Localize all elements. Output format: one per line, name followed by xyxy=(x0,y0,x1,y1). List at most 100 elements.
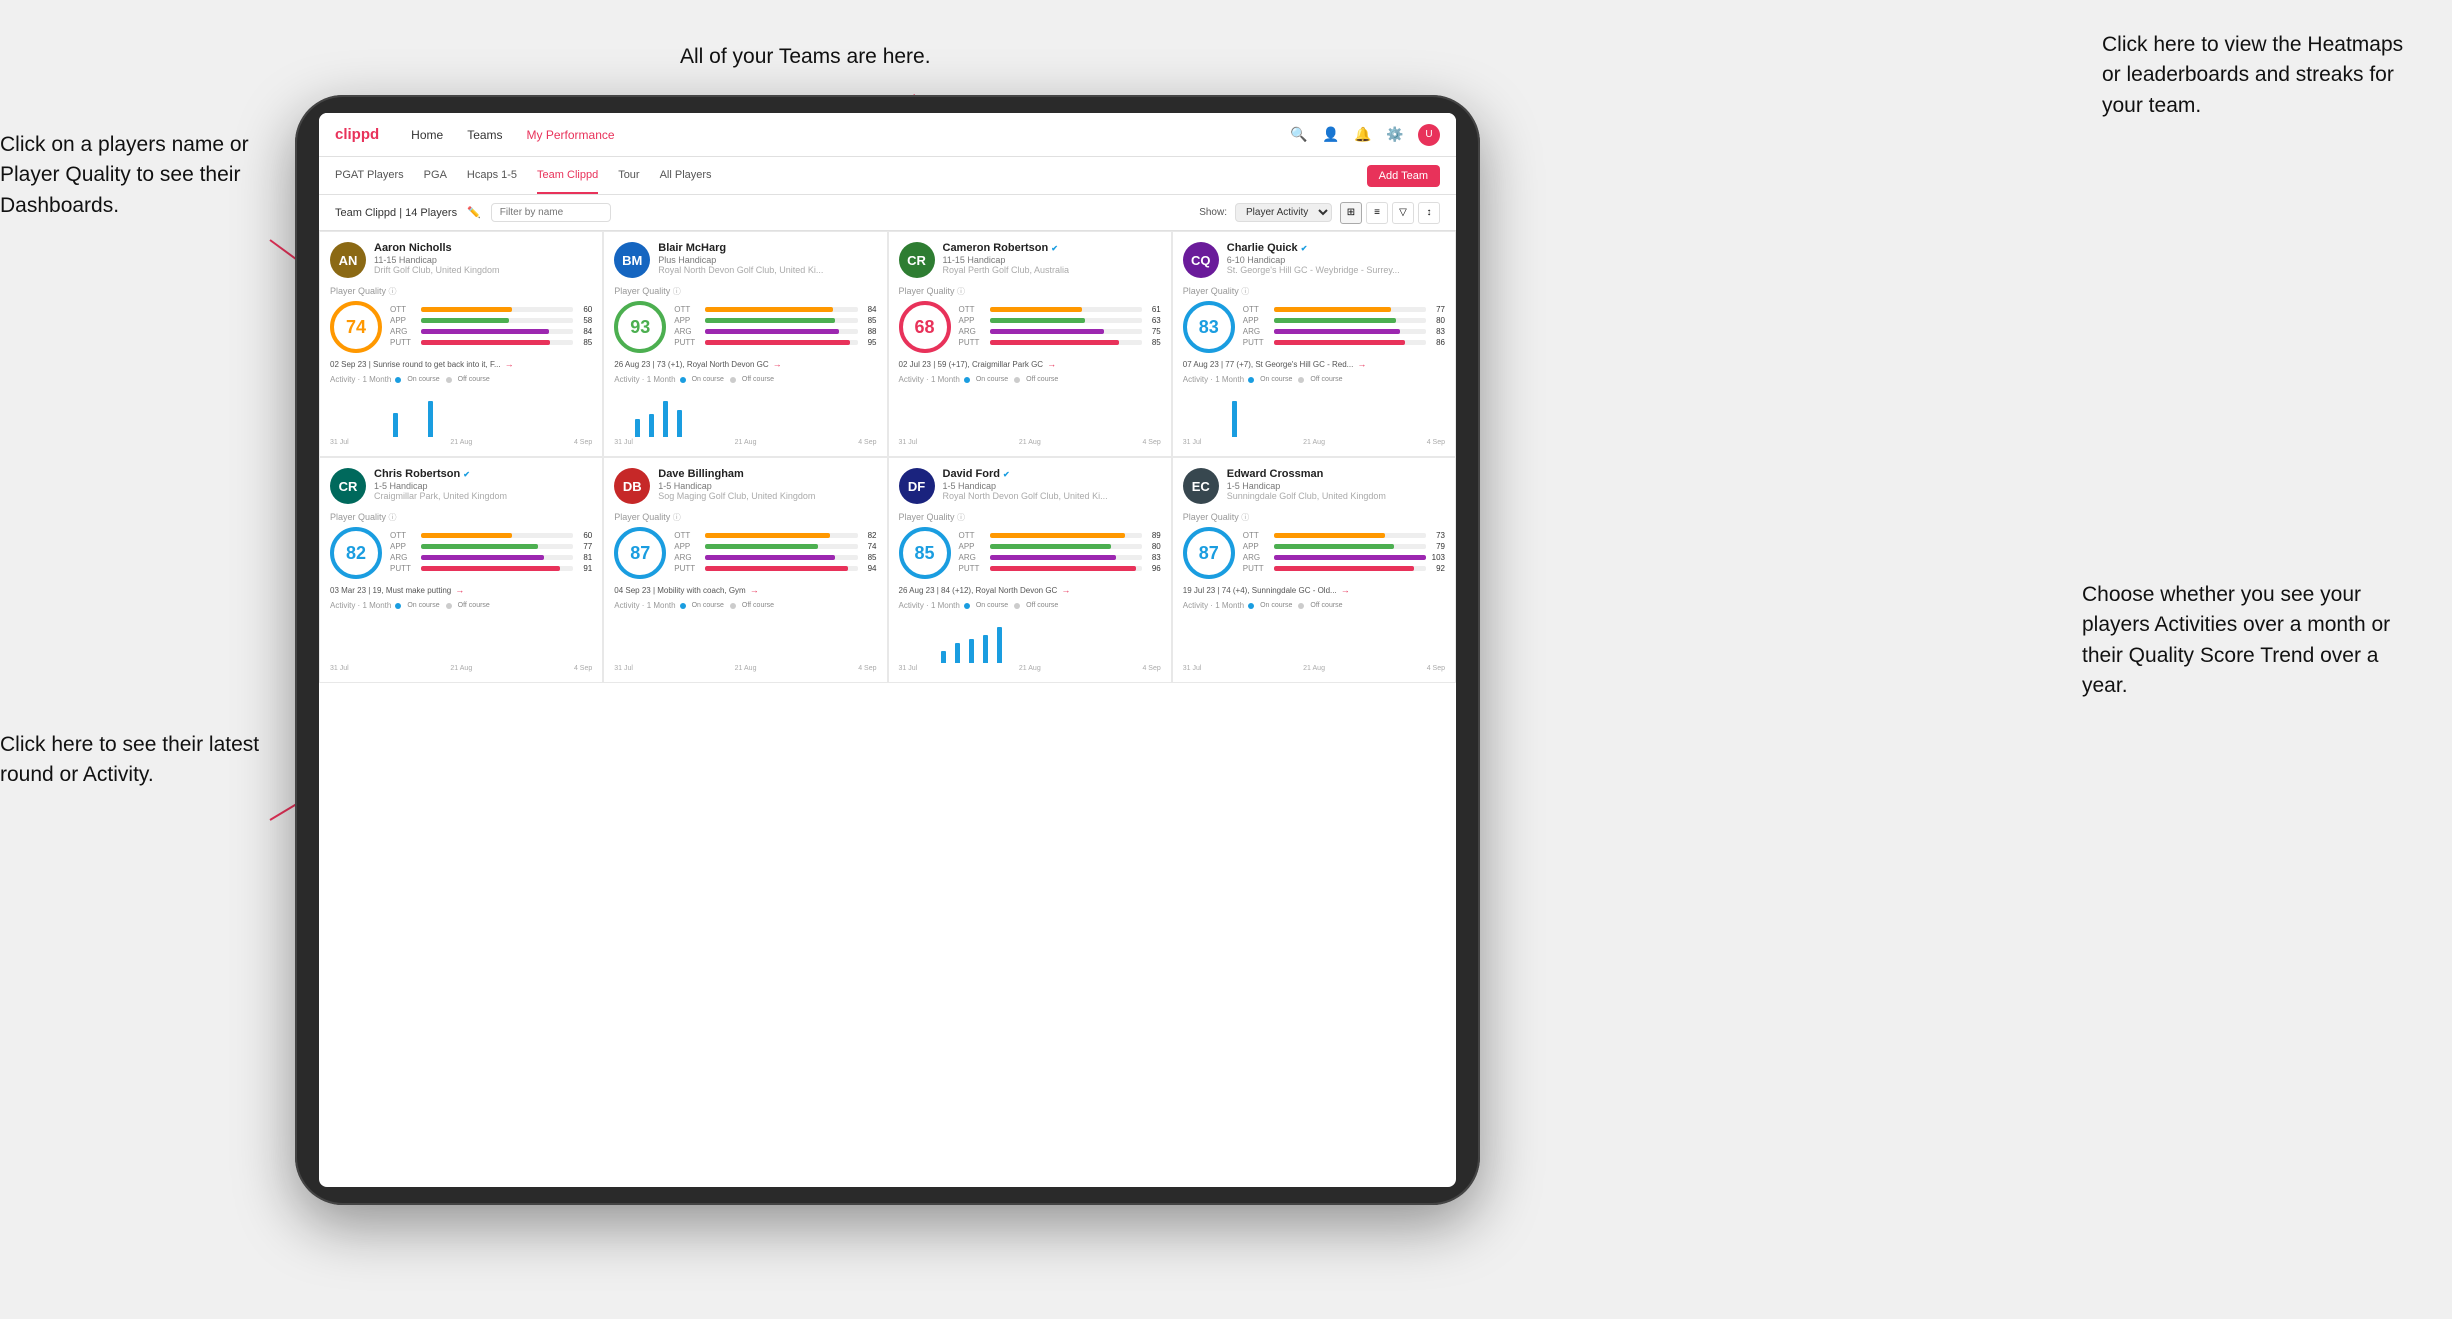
chart-dates: 31 Jul 21 Aug 4 Sep xyxy=(1183,439,1445,446)
quality-circle[interactable]: 87 xyxy=(614,527,666,579)
player-card[interactable]: BM Blair McHarg Plus Handicap Royal Nort… xyxy=(603,231,887,457)
teams-annotation: All of your Teams are here. xyxy=(680,42,931,72)
latest-round[interactable]: 26 Aug 23 | 73 (+1), Royal North Devon G… xyxy=(614,359,876,369)
player-card[interactable]: AN Aaron Nicholls 11-15 Handicap Drift G… xyxy=(319,231,603,457)
activity-chart xyxy=(330,387,592,437)
player-name[interactable]: Charlie Quick ✔ xyxy=(1227,242,1445,254)
quality-circle[interactable]: 82 xyxy=(330,527,382,579)
quality-section: 87 OTT82 APP74 ARG85 PUTT94 xyxy=(614,527,876,579)
quality-circle[interactable]: 85 xyxy=(899,527,951,579)
quality-label: Player Quality ⓘ xyxy=(899,512,1161,523)
tab-tour[interactable]: Tour xyxy=(618,157,639,194)
activity-chart xyxy=(1183,613,1445,663)
stats-grid: OTT60 APP77 ARG81 PUTT91 xyxy=(390,531,592,575)
stats-grid: OTT77 APP80 ARG83 PUTT86 xyxy=(1243,305,1445,349)
avatar: AN xyxy=(330,242,366,278)
filter-button[interactable]: ▽ xyxy=(1392,202,1414,224)
tab-all-players[interactable]: All Players xyxy=(660,157,712,194)
player-header: EC Edward Crossman 1-5 Handicap Sunningd… xyxy=(1183,468,1445,504)
player-handicap: 1-5 Handicap xyxy=(374,481,592,491)
player-card[interactable]: DF David Ford ✔ 1-5 Handicap Royal North… xyxy=(888,457,1172,683)
show-select[interactable]: Player Activity xyxy=(1235,203,1332,222)
sort-button[interactable]: ↕ xyxy=(1418,202,1440,224)
latest-round[interactable]: 07 Aug 23 | 77 (+7), St George's Hill GC… xyxy=(1183,359,1445,369)
quality-label: Player Quality ⓘ xyxy=(614,286,876,297)
list-view-button[interactable]: ≡ xyxy=(1366,202,1388,224)
tab-pgat-players[interactable]: PGAT Players xyxy=(335,157,404,194)
stats-grid: OTT73 APP79 ARG103 PUTT92 xyxy=(1243,531,1445,575)
quality-label: Player Quality ⓘ xyxy=(330,512,592,523)
settings-icon[interactable]: ⚙️ xyxy=(1386,126,1404,144)
add-team-button[interactable]: Add Team xyxy=(1367,165,1440,187)
activities-annotation: Choose whether you see your players Acti… xyxy=(2082,580,2422,702)
player-header: CR Cameron Robertson ✔ 11-15 Handicap Ro… xyxy=(899,242,1161,278)
stats-grid: OTT82 APP74 ARG85 PUTT94 xyxy=(674,531,876,575)
user-avatar[interactable]: U xyxy=(1418,124,1440,146)
player-card[interactable]: CR Chris Robertson ✔ 1-5 Handicap Craigm… xyxy=(319,457,603,683)
latest-round[interactable]: 02 Sep 23 | Sunrise round to get back in… xyxy=(330,359,592,369)
latest-round[interactable]: 03 Mar 23 | 19, Must make putting → xyxy=(330,585,592,595)
player-handicap: 1-5 Handicap xyxy=(943,481,1161,491)
tab-team-clippd[interactable]: Team Clippd xyxy=(537,157,598,194)
player-name[interactable]: Blair McHarg xyxy=(658,242,876,254)
activity-section: Activity · 1 Month On course Off course … xyxy=(1183,375,1445,446)
player-header: CQ Charlie Quick ✔ 6-10 Handicap St. Geo… xyxy=(1183,242,1445,278)
quality-circle[interactable]: 87 xyxy=(1183,527,1235,579)
quality-label: Player Quality ⓘ xyxy=(614,512,876,523)
player-header: BM Blair McHarg Plus Handicap Royal Nort… xyxy=(614,242,876,278)
quality-circle[interactable]: 74 xyxy=(330,301,382,353)
player-name[interactable]: Aaron Nicholls xyxy=(374,242,592,254)
quality-circle[interactable]: 83 xyxy=(1183,301,1235,353)
player-name[interactable]: Chris Robertson ✔ xyxy=(374,468,592,480)
nav-my-performance[interactable]: My Performance xyxy=(527,128,615,142)
latest-round[interactable]: 04 Sep 23 | Mobility with coach, Gym → xyxy=(614,585,876,595)
player-card[interactable]: EC Edward Crossman 1-5 Handicap Sunningd… xyxy=(1172,457,1456,683)
activity-section: Activity · 1 Month On course Off course … xyxy=(330,375,592,446)
bell-icon[interactable]: 🔔 xyxy=(1354,126,1372,144)
search-input[interactable] xyxy=(491,203,611,222)
grid-view-button[interactable]: ⊞ xyxy=(1340,202,1362,224)
ipad-screen: clippd Home Teams My Performance 🔍 👤 🔔 ⚙… xyxy=(319,113,1456,1187)
person-icon[interactable]: 👤 xyxy=(1322,126,1340,144)
activity-chart xyxy=(614,387,876,437)
player-card[interactable]: DB Dave Billingham 1-5 Handicap Sog Magi… xyxy=(603,457,887,683)
tabs-bar: PGAT Players PGA Hcaps 1-5 Team Clippd T… xyxy=(319,157,1456,195)
chart-dates: 31 Jul 21 Aug 4 Sep xyxy=(899,665,1161,672)
player-name[interactable]: Edward Crossman xyxy=(1227,468,1445,480)
quality-section: 87 OTT73 APP79 ARG103 PUTT92 xyxy=(1183,527,1445,579)
player-header: DB Dave Billingham 1-5 Handicap Sog Magi… xyxy=(614,468,876,504)
chart-dates: 31 Jul 21 Aug 4 Sep xyxy=(330,439,592,446)
player-name[interactable]: David Ford ✔ xyxy=(943,468,1161,480)
quality-circle[interactable]: 68 xyxy=(899,301,951,353)
players-name-annotation: Click on a players name or Player Qualit… xyxy=(0,130,270,221)
player-handicap: 1-5 Handicap xyxy=(658,481,876,491)
edit-icon[interactable]: ✏️ xyxy=(467,206,481,219)
quality-label: Player Quality ⓘ xyxy=(899,286,1161,297)
player-name[interactable]: Cameron Robertson ✔ xyxy=(943,242,1161,254)
players-grid: AN Aaron Nicholls 11-15 Handicap Drift G… xyxy=(319,231,1456,683)
player-card[interactable]: CR Cameron Robertson ✔ 11-15 Handicap Ro… xyxy=(888,231,1172,457)
chart-dates: 31 Jul 21 Aug 4 Sep xyxy=(1183,665,1445,672)
player-name[interactable]: Dave Billingham xyxy=(658,468,876,480)
tab-hcaps[interactable]: Hcaps 1-5 xyxy=(467,157,517,194)
latest-round[interactable]: 19 Jul 23 | 74 (+4), Sunningdale GC - Ol… xyxy=(1183,585,1445,595)
nav-teams[interactable]: Teams xyxy=(467,128,502,142)
latest-round[interactable]: 26 Aug 23 | 84 (+12), Royal North Devon … xyxy=(899,585,1161,595)
tab-pga[interactable]: PGA xyxy=(424,157,447,194)
player-club: Craigmillar Park, United Kingdom xyxy=(374,491,592,501)
quality-label: Player Quality ⓘ xyxy=(1183,512,1445,523)
stats-grid: OTT61 APP63 ARG75 PUTT85 xyxy=(959,305,1161,349)
activity-chart xyxy=(899,613,1161,663)
player-club: Royal North Devon Golf Club, United Ki..… xyxy=(658,265,876,275)
player-club: Royal North Devon Golf Club, United Ki..… xyxy=(943,491,1161,501)
latest-round[interactable]: 02 Jul 23 | 59 (+17), Craigmillar Park G… xyxy=(899,359,1161,369)
search-icon[interactable]: 🔍 xyxy=(1290,126,1308,144)
quality-circle[interactable]: 93 xyxy=(614,301,666,353)
player-handicap: 6-10 Handicap xyxy=(1227,255,1445,265)
nav-home[interactable]: Home xyxy=(411,128,443,142)
player-handicap: Plus Handicap xyxy=(658,255,876,265)
player-card[interactable]: CQ Charlie Quick ✔ 6-10 Handicap St. Geo… xyxy=(1172,231,1456,457)
stats-grid: OTT84 APP85 ARG88 PUTT95 xyxy=(674,305,876,349)
activity-section: Activity · 1 Month On course Off course … xyxy=(899,601,1161,672)
team-count-label: Team Clippd | 14 Players xyxy=(335,207,457,219)
